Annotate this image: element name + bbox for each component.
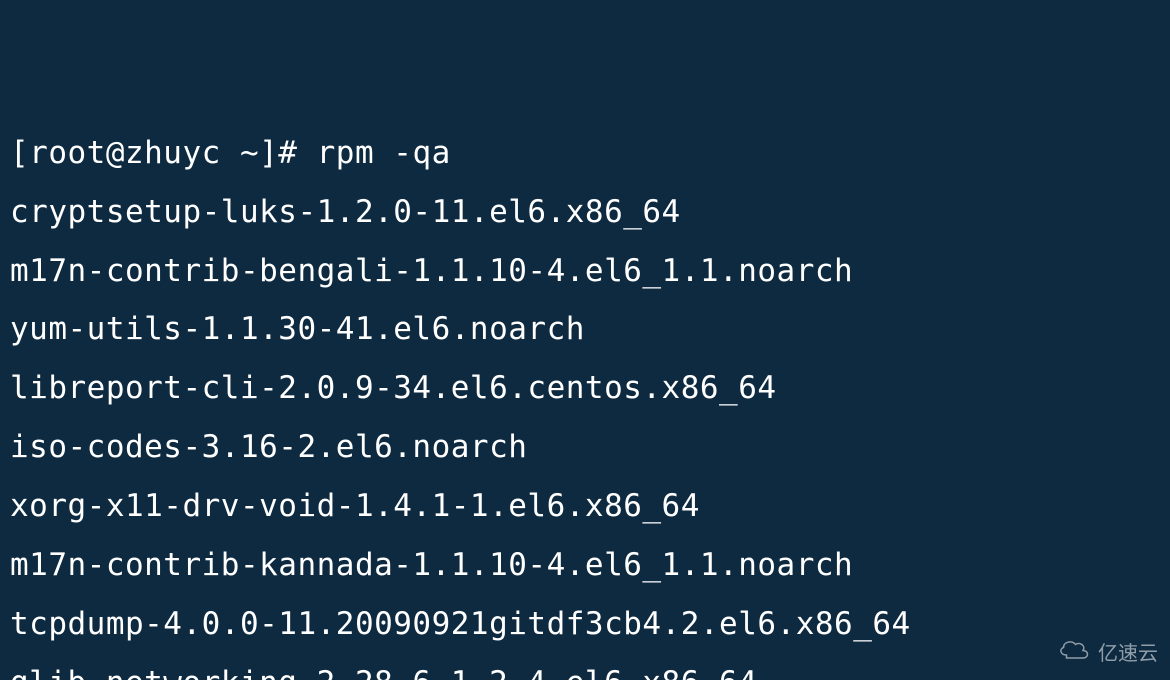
- terminal-window[interactable]: [root@zhuyc ~]# rpm -qacryptsetup-luks-1…: [0, 0, 1170, 680]
- output-line: tcpdump-4.0.0-11.20090921gitdf3cb4.2.el6…: [10, 595, 1160, 654]
- output-line: glib-networking-2.28.6.1-2.4.el6.x86_64: [10, 654, 1160, 680]
- cloud-icon: [1056, 638, 1092, 666]
- prompt-line: [root@zhuyc ~]# rpm -qa: [10, 124, 1160, 183]
- output-line: yum-utils-1.1.30-41.el6.noarch: [10, 300, 1160, 359]
- output-line: cryptsetup-luks-1.2.0-11.el6.x86_64: [10, 183, 1160, 242]
- shell-prompt: [root@zhuyc ~]#: [10, 135, 297, 171]
- output-line: xorg-x11-drv-void-1.4.1-1.el6.x86_64: [10, 477, 1160, 536]
- output-line: m17n-contrib-kannada-1.1.10-4.el6_1.1.no…: [10, 536, 1160, 595]
- output-line: iso-codes-3.16-2.el6.noarch: [10, 418, 1160, 477]
- shell-command: rpm -qa: [317, 135, 451, 171]
- output-line: m17n-contrib-bengali-1.1.10-4.el6_1.1.no…: [10, 242, 1160, 301]
- watermark-text: 亿速云: [1098, 637, 1158, 666]
- output-line: libreport-cli-2.0.9-34.el6.centos.x86_64: [10, 359, 1160, 418]
- watermark: 亿速云: [1056, 637, 1158, 666]
